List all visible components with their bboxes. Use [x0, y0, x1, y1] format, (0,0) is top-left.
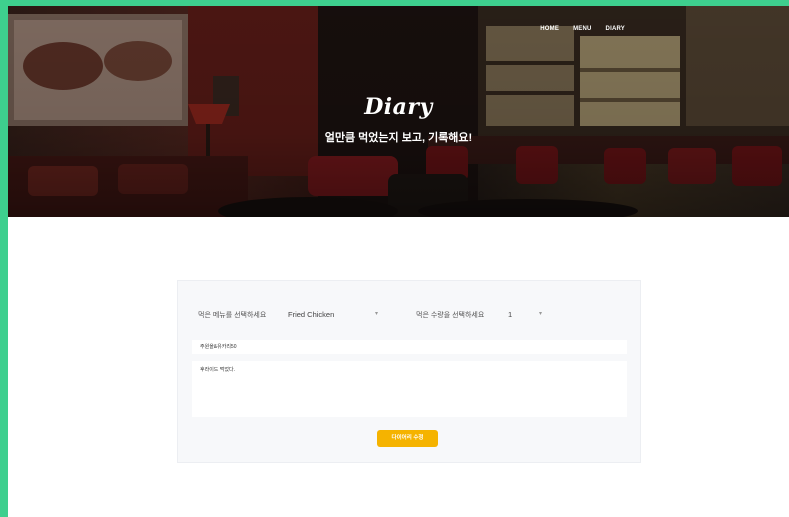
diary-form: 먹은 메뉴를 선택하세요 Fried Chicken ▾ 먹은 수량을 선택하세… — [177, 280, 641, 463]
quantity-select-label: 먹은 수량을 선택하세요 — [416, 312, 485, 319]
nav-menu-link[interactable]: MENU — [573, 26, 591, 32]
quantity-select[interactable]: 1 ▾ — [508, 308, 542, 322]
diary-content-textarea[interactable]: 후라이드 먹었다. — [192, 361, 627, 417]
chevron-down-icon: ▾ — [374, 311, 378, 317]
chevron-down-icon: ▾ — [538, 311, 542, 317]
diary-title-input[interactable]: 주원을&유카리50 — [192, 340, 627, 354]
nav-diary-link[interactable]: DIARY — [606, 26, 625, 32]
menu-select[interactable]: Fried Chicken ▾ — [288, 308, 378, 322]
hero-banner: HOME MENU DIARY Diary 얼만큼 먹었는지 보고, 기록해요! — [8, 6, 789, 217]
browser-viewport: HOME MENU DIARY Diary 얼만큼 먹었는지 보고, 기록해요!… — [8, 6, 789, 517]
quantity-select-value: 1 — [508, 310, 513, 319]
menu-select-label: 먹은 메뉴를 선택하세요 — [198, 312, 267, 319]
page-subtitle: 얼만큼 먹었는지 보고, 기록해요! — [324, 132, 473, 144]
nav-home-link[interactable]: HOME — [540, 26, 559, 32]
menu-select-value: Fried Chicken — [288, 310, 335, 319]
page-title: Diary — [364, 94, 433, 120]
edit-diary-button[interactable]: 다이어리 수정 — [377, 430, 438, 447]
selection-row: 먹은 메뉴를 선택하세요 Fried Chicken ▾ 먹은 수량을 선택하세… — [198, 308, 620, 322]
top-nav: HOME MENU DIARY — [540, 26, 625, 32]
